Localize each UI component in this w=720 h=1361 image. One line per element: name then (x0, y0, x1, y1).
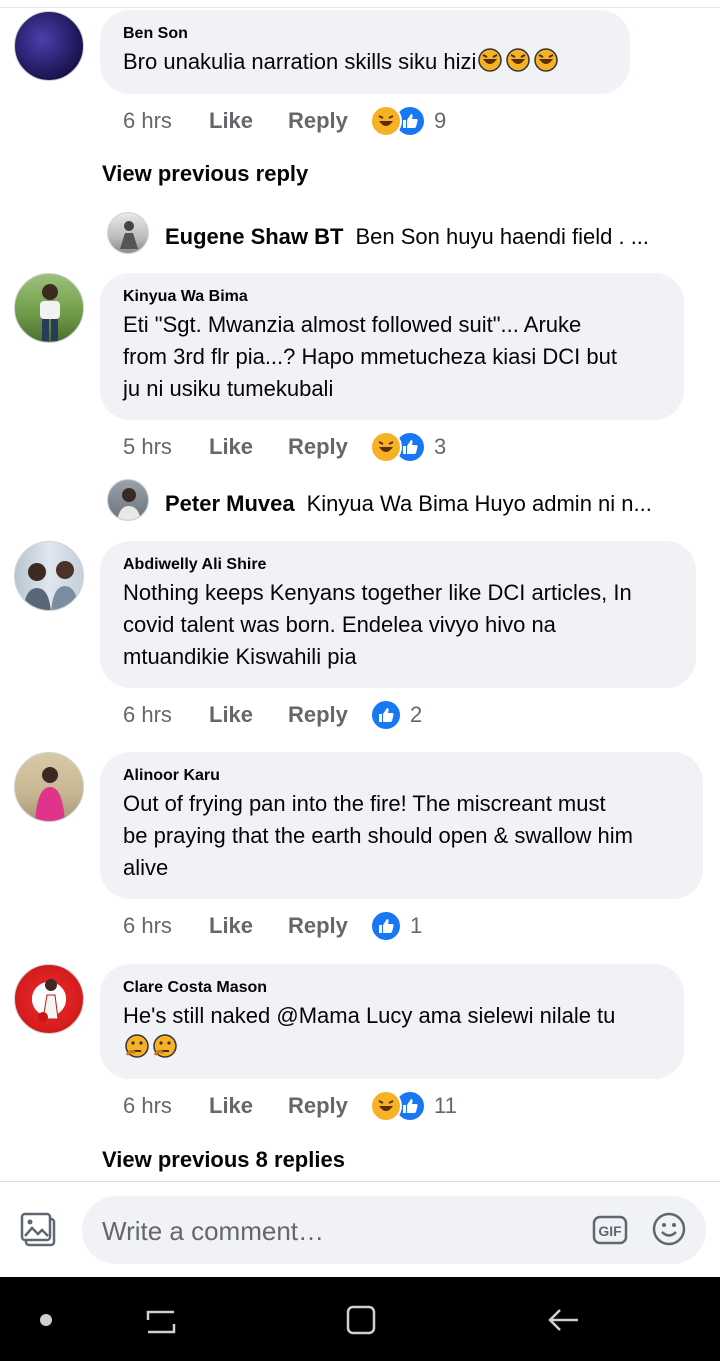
reaction-summary[interactable]: 2 (370, 699, 422, 731)
comment-time: 5 hrs (123, 434, 172, 459)
comment-actions: 5 hrs Like Reply 3 (123, 431, 446, 463)
comment-bubble: Ben Son Bro unakulia narration skills si… (100, 10, 630, 94)
comment-text: Out of frying pan into the fire! The mis… (123, 791, 633, 880)
like-button[interactable]: Like (209, 434, 288, 460)
comment-author[interactable]: Clare Costa Mason (123, 978, 661, 998)
reaction-summary[interactable]: 11 (370, 1090, 457, 1122)
comment-actions: 6 hrs Like Reply 11 (123, 1090, 457, 1122)
reply-preview[interactable]: Peter Muvea Kinyua Wa Bima Huyo admin ni … (165, 491, 652, 517)
comment-bubble: Kinyua Wa Bima Eti "Sgt. Mwanzia almost … (100, 273, 684, 420)
like-button[interactable]: Like (209, 702, 288, 728)
rofl-emoji-icon (476, 47, 504, 82)
comment-bubble: Clare Costa Mason He's still naked @Mama… (100, 964, 684, 1079)
reply-button[interactable]: Reply (288, 913, 370, 939)
recent-apps-icon[interactable] (144, 1304, 178, 1336)
comment-actions: 6 hrs Like Reply 1 (123, 910, 422, 942)
comment-time: 6 hrs (123, 1093, 172, 1118)
avatar[interactable] (107, 479, 149, 521)
comment-actions: 6 hrs Like Reply 9 (123, 105, 446, 137)
comment-input[interactable]: Write a comment… GIF (82, 1196, 706, 1264)
haha-reaction-icon (370, 1090, 402, 1122)
comment-author[interactable]: Alinoor Karu (123, 766, 680, 786)
thinking-emoji-icon (123, 1033, 151, 1068)
reply-button[interactable]: Reply (288, 108, 370, 134)
comment-author[interactable]: Kinyua Wa Bima (123, 287, 661, 307)
comment-time: 6 hrs (123, 702, 172, 727)
reply-text: Ben Son huyu haendi field . ... (355, 224, 650, 249)
reply-author: Peter Muvea (165, 491, 295, 516)
comment-input-placeholder: Write a comment… (102, 1216, 325, 1246)
emoji-icon[interactable] (652, 1212, 686, 1246)
comment-text: Nothing keeps Kenyans together like DCI … (123, 580, 632, 669)
back-icon[interactable] (546, 1304, 580, 1336)
avatar[interactable] (14, 273, 84, 343)
reply-text: Kinyua Wa Bima Huyo admin ni n... (306, 491, 652, 516)
reply-button[interactable]: Reply (288, 1093, 370, 1119)
view-previous-reply-link[interactable]: View previous reply (102, 161, 308, 187)
comment-text: Eti "Sgt. Mwanzia almost followed suit".… (123, 312, 617, 401)
comment-text: Bro unakulia narration skills siku hizi (123, 46, 607, 82)
reaction-count: 3 (434, 434, 447, 459)
view-previous-replies-link[interactable]: View previous 8 replies (102, 1147, 345, 1173)
avatar[interactable] (107, 212, 149, 254)
like-button[interactable]: Like (209, 913, 288, 939)
comment-bubble: Alinoor Karu Out of frying pan into the … (100, 752, 703, 899)
reaction-count: 9 (434, 108, 447, 133)
gif-label: GIF (598, 1223, 622, 1239)
haha-reaction-icon (370, 431, 402, 463)
reaction-count: 2 (410, 702, 423, 727)
comment-author[interactable]: Ben Son (123, 24, 607, 44)
comment-composer-bar: Write a comment… GIF (0, 1181, 720, 1277)
thinking-emoji-icon (151, 1033, 179, 1068)
comment-actions: 6 hrs Like Reply 2 (123, 699, 422, 731)
comment-author[interactable]: Abdiwelly Ali Shire (123, 555, 673, 575)
haha-reaction-icon (370, 105, 402, 137)
comment-time: 6 hrs (123, 108, 172, 133)
reaction-summary[interactable]: 9 (370, 105, 446, 137)
reply-button[interactable]: Reply (288, 702, 370, 728)
comment-bubble: Abdiwelly Ali Shire Nothing keeps Kenyan… (100, 541, 696, 688)
avatar[interactable] (14, 11, 84, 81)
like-reaction-icon (370, 699, 402, 731)
rofl-emoji-icon (532, 47, 560, 82)
avatar[interactable] (14, 752, 84, 822)
reply-preview[interactable]: Eugene Shaw BT Ben Son huyu haendi field … (165, 224, 649, 250)
reply-author: Eugene Shaw BT (165, 224, 344, 249)
reply-button[interactable]: Reply (288, 434, 370, 460)
nav-dot-icon[interactable] (40, 1314, 52, 1326)
like-button[interactable]: Like (209, 1093, 288, 1119)
reaction-count: 11 (434, 1093, 457, 1118)
avatar[interactable] (14, 964, 84, 1034)
like-reaction-icon (370, 910, 402, 942)
photo-icon[interactable] (20, 1210, 60, 1250)
reaction-summary[interactable]: 3 (370, 431, 446, 463)
avatar[interactable] (14, 541, 84, 611)
gif-icon[interactable]: GIF (592, 1214, 628, 1246)
reaction-summary[interactable]: 1 (370, 910, 422, 942)
reaction-count: 1 (410, 913, 423, 938)
comment-text: He's still naked @Mama Lucy ama sielewi … (123, 1000, 661, 1068)
top-divider (0, 0, 720, 8)
rofl-emoji-icon (504, 47, 532, 82)
comment-time: 6 hrs (123, 913, 172, 938)
like-button[interactable]: Like (209, 108, 288, 134)
home-icon[interactable] (345, 1304, 377, 1336)
system-navigation-bar (0, 1277, 720, 1361)
